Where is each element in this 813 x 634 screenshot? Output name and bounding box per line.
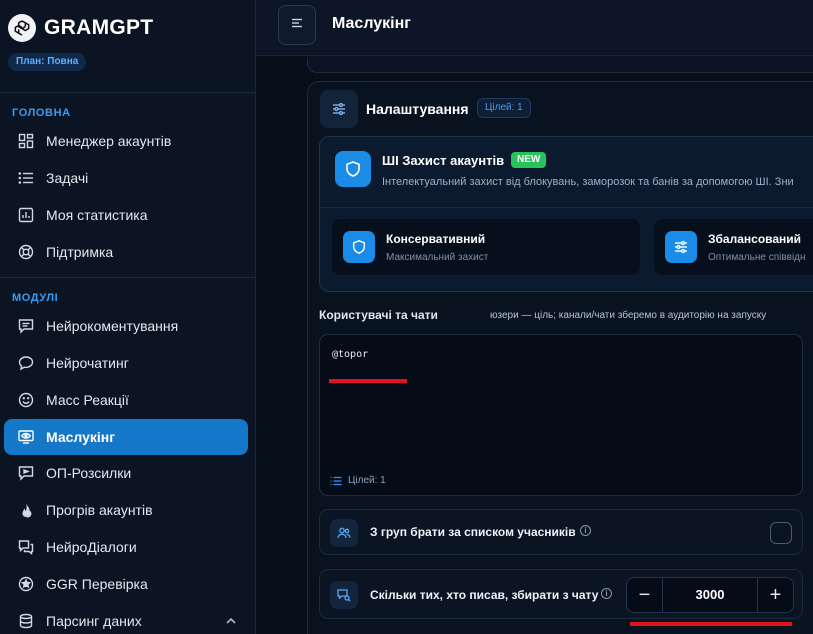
users-chats-hint: юзери — ціль; канали/чати зберемо в ауди… (490, 310, 767, 321)
brand-name: GRAMGPT (44, 16, 154, 39)
sidebar-item-label: Масс Реакції (46, 392, 129, 408)
top-header: Маслукінг (256, 0, 813, 56)
chevron-up-icon[interactable] (224, 614, 238, 633)
new-badge: NEW (511, 152, 547, 168)
option-group-members-label: З груп брати за списком учасників (370, 525, 576, 539)
writers-count-stepper: − 3000 + (626, 577, 794, 613)
option-group-members: З груп брати за списком учасників i (319, 509, 803, 555)
openai-logo-icon (8, 14, 36, 42)
dialogs-icon (17, 538, 35, 556)
chat-bubble-icon (17, 354, 35, 372)
option-chat-writers: Скільки тих, хто писав, збирати з чату i… (319, 569, 803, 619)
send-icon (17, 464, 35, 482)
sliders-icon (320, 90, 358, 128)
sidebar-item-label: Прогрів акаунтів (46, 502, 153, 518)
users-chats-value: @topor (332, 349, 369, 360)
mode-title: Збалансований (708, 232, 802, 246)
users-icon (330, 519, 358, 547)
mode-title: Консервативний (386, 232, 486, 246)
settings-title: Налаштування (366, 101, 469, 117)
mode-conservative[interactable]: Консервативний Максимальний захист (332, 219, 640, 275)
lifebuoy-icon (17, 243, 35, 261)
sidebar-item-account-manager[interactable]: Менеджер акаунтів (4, 123, 248, 159)
sidebar-item-data-parsing[interactable]: Парсинг даних (4, 603, 248, 634)
sidebar-item-tasks[interactable]: Задачі (4, 160, 248, 196)
previous-card (307, 57, 813, 73)
main-content: Налаштування Цілей: 1 ШІ Захист акаунтів… (256, 57, 813, 634)
sidebar-item-neurochatting[interactable]: Нейрочатинг (4, 345, 248, 381)
chart-icon (17, 206, 35, 224)
option-chat-writers-label: Скільки тих, хто писав, збирати з чату (370, 588, 599, 602)
flame-icon (17, 501, 35, 519)
settings-panel: Налаштування Цілей: 1 ШІ Захист акаунтів… (307, 81, 813, 634)
sidebar-item-ggr-check[interactable]: GGR Перевірка (4, 566, 248, 602)
highlight-underline (329, 379, 407, 383)
highlight-underline (630, 622, 792, 626)
sidebar-item-label: Нейрокоментування (46, 318, 179, 334)
users-chats-textarea[interactable]: @topor Цілей: 1 (319, 334, 803, 496)
info-icon[interactable]: i (580, 525, 591, 536)
sidebar-item-mass-reactions[interactable]: Масс Реакції (4, 382, 248, 418)
list-icon (17, 169, 35, 187)
grid-icon (17, 132, 35, 150)
sidebar-item-op-mailing[interactable]: ОП-Розсилки (4, 455, 248, 491)
section-label-modules: МОДУЛІ (12, 292, 59, 304)
mode-subtitle: Оптимальне співвідн (708, 252, 806, 263)
sidebar-item-label: Парсинг даних (46, 613, 142, 629)
mode-balanced[interactable]: Збалансований Оптимальне співвідн (654, 219, 813, 275)
sidebar-item-masslooking[interactable]: Маслукінг (4, 419, 248, 455)
group-members-checkbox[interactable] (770, 522, 792, 544)
sidebar-item-label: GGR Перевірка (46, 576, 148, 592)
shield-icon (335, 151, 371, 187)
sliders-icon (665, 231, 697, 263)
page-title: Маслукінг (332, 15, 411, 32)
writers-count-value[interactable]: 3000 (663, 578, 757, 612)
sidebar-item-label: Задачі (46, 170, 89, 186)
sidebar-divider (0, 277, 256, 278)
ai-protection-title: ШІ Захист акаунтів (382, 153, 505, 168)
targets-count: Цілей: 1 (330, 475, 386, 486)
sidebar-item-label: Моя статистика (46, 207, 148, 223)
toggle-sidebar-button[interactable] (278, 5, 316, 45)
shield-icon (343, 231, 375, 263)
mode-subtitle: Максимальний захист (386, 252, 489, 263)
smile-icon (17, 391, 35, 409)
sidebar-divider (0, 92, 256, 93)
users-chats-label: Користувачі та чати (319, 308, 438, 322)
sidebar-item-label: ОП-Розсилки (46, 465, 132, 481)
sidebar-item-label: НейроДіалоги (46, 539, 137, 555)
plan-badge: План: Повна (8, 53, 87, 71)
sidebar-item-account-warmup[interactable]: Прогрів акаунтів (4, 492, 248, 528)
menu-icon (289, 16, 305, 35)
targets-badge: Цілей: 1 (477, 98, 531, 118)
database-icon (17, 612, 35, 630)
decrement-button[interactable]: − (627, 578, 663, 612)
comments-icon (17, 317, 35, 335)
monitor-eye-icon (17, 428, 35, 446)
sidebar-item-label: Підтримка (46, 244, 114, 260)
section-label-main: ГОЛОВНА (12, 107, 71, 119)
sidebar-item-label: Менеджер акаунтів (46, 133, 172, 149)
sidebar-item-neurodialogs[interactable]: НейроДіалоги (4, 529, 248, 565)
ai-card-divider (320, 207, 813, 208)
info-icon[interactable]: i (601, 588, 612, 599)
ai-protection-card: ШІ Захист акаунтів NEW Інтелектуальний з… (319, 136, 813, 292)
sidebar-item-my-stats[interactable]: Моя статистика (4, 197, 248, 233)
ai-protection-description: Інтелектуальний захист від блокувань, за… (382, 176, 794, 188)
brand[interactable]: GRAMGPT (8, 14, 153, 42)
chat-search-icon (330, 581, 358, 609)
sidebar-item-neurocommenting[interactable]: Нейрокоментування (4, 308, 248, 344)
star-badge-icon (17, 575, 35, 593)
sidebar-item-support[interactable]: Підтримка (4, 234, 248, 270)
sidebar-item-label: Нейрочатинг (46, 355, 129, 371)
sidebar-item-label: Маслукінг (46, 429, 116, 445)
sidebar: GRAMGPT План: Повна ГОЛОВНА Менеджер ака… (0, 0, 256, 634)
increment-button[interactable]: + (757, 578, 793, 612)
targets-count-label: Цілей: 1 (348, 475, 386, 486)
list-icon (330, 476, 342, 485)
